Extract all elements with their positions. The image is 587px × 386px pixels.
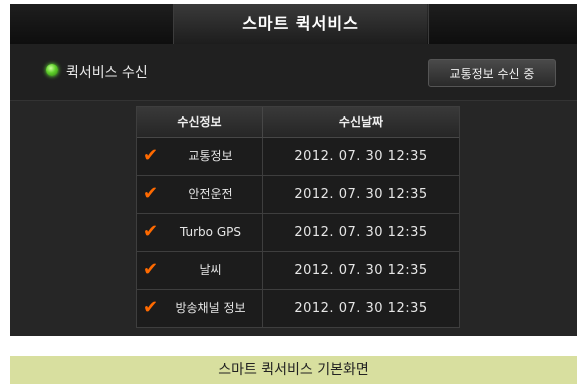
info-name: Turbo GPS: [180, 225, 241, 239]
checkmark-icon: ✔: [143, 259, 159, 280]
app-screen: 스마트 퀵서비스 퀵서비스 수신 교통정보 수신 중 수신정보 수신날짜 ✔ 교통…: [10, 4, 577, 336]
info-name: 방송채널 정보: [175, 301, 246, 315]
date-cell: 2012. 07. 30 12:35: [294, 187, 428, 202]
info-name: 안전운전: [188, 187, 233, 201]
info-cell: ✔ 안전운전: [137, 176, 263, 213]
table-row[interactable]: ✔ 날씨 2012. 07. 30 12:35: [137, 252, 459, 290]
column-header-date: 수신날짜: [338, 115, 384, 129]
title-bar-left-panel: [10, 4, 174, 44]
info-name: 교통정보: [188, 149, 233, 163]
date-cell: 2012. 07. 30 12:35: [294, 149, 428, 164]
traffic-info-button[interactable]: 교통정보 수신 중: [428, 59, 556, 87]
table-row[interactable]: ✔ Turbo GPS 2012. 07. 30 12:35: [137, 214, 459, 252]
info-name: 날씨: [199, 263, 222, 277]
date-cell: 2012. 07. 30 12:35: [294, 263, 428, 278]
info-cell: ✔ 교통정보: [137, 138, 263, 175]
checkmark-icon: ✔: [143, 221, 159, 242]
page-title: 스마트 퀵서비스: [174, 4, 427, 44]
info-cell: ✔ Turbo GPS: [137, 214, 263, 251]
title-bar: 스마트 퀵서비스: [10, 4, 577, 44]
column-header-info: 수신정보: [137, 107, 263, 137]
date-cell: 2012. 07. 30 12:35: [294, 301, 428, 316]
status-led-icon: [46, 64, 58, 76]
checkmark-icon: ✔: [143, 145, 159, 166]
info-cell: ✔ 방송채널 정보: [137, 290, 263, 327]
table-row[interactable]: ✔ 교통정보 2012. 07. 30 12:35: [137, 138, 459, 176]
table-row[interactable]: ✔ 안전운전 2012. 07. 30 12:35: [137, 176, 459, 214]
info-cell: ✔ 날씨: [137, 252, 263, 289]
title-bar-right-panel: [428, 4, 577, 44]
checkmark-icon: ✔: [143, 297, 159, 318]
date-cell: 2012. 07. 30 12:35: [294, 225, 428, 240]
status-bar: 퀵서비스 수신 교통정보 수신 중: [10, 44, 577, 101]
received-info-table: 수신정보 수신날짜 ✔ 교통정보 2012. 07. 30 12:35 ✔ 안전운전 20…: [136, 106, 460, 328]
status-label: 퀵서비스 수신: [66, 65, 148, 81]
table-header: 수신정보 수신날짜: [137, 107, 459, 138]
table-row[interactable]: ✔ 방송채널 정보 2012. 07. 30 12:35: [137, 290, 459, 327]
checkmark-icon: ✔: [143, 183, 159, 204]
figure-caption: 스마트 퀵서비스 기본화면: [10, 356, 577, 384]
